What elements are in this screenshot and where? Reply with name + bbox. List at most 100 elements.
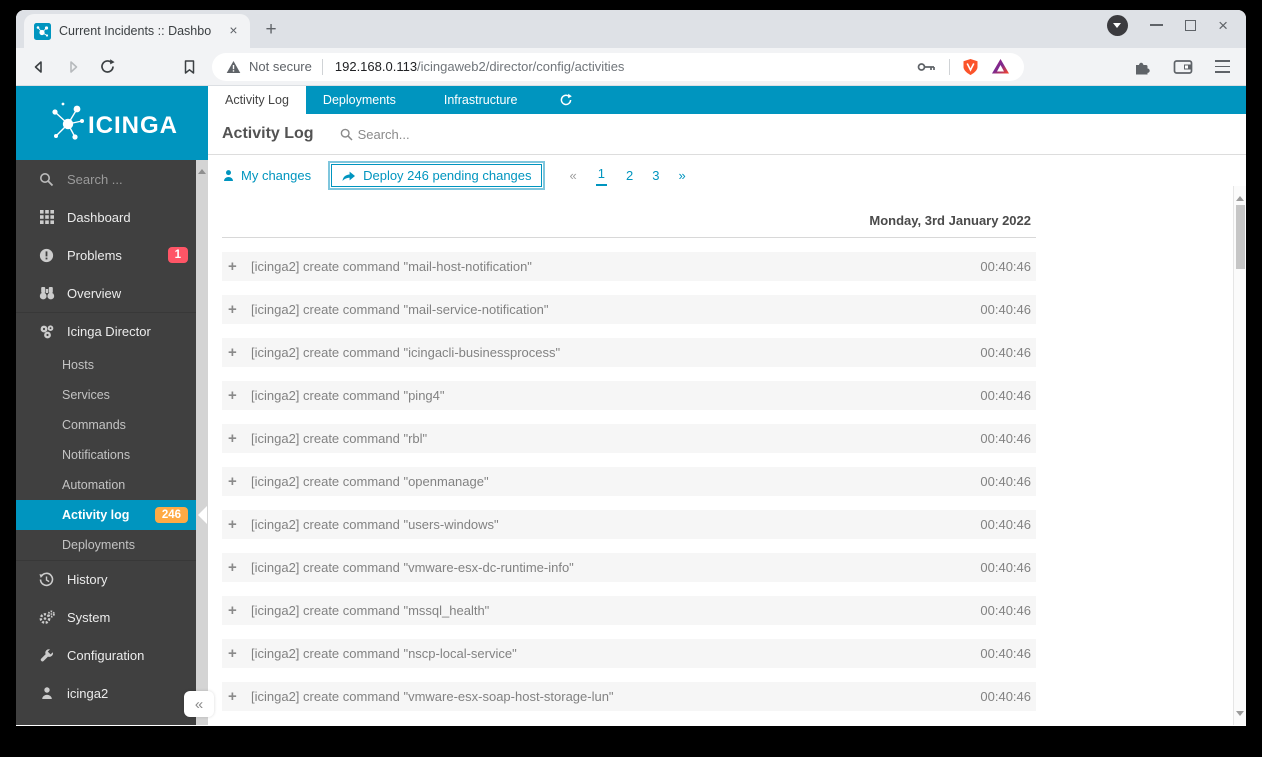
table-row[interactable]: + [icinga2] create command "mail-host-not… — [222, 252, 1036, 281]
sidebar-scrollbar[interactable] — [196, 160, 208, 725]
sidebar-item-activity-log[interactable]: Activity log 246 — [16, 500, 208, 530]
activity-log-badge: 246 — [154, 507, 188, 523]
url-path: /icingaweb2/director/config/activities — [417, 59, 625, 74]
create-plus-icon: + — [228, 430, 237, 447]
row-time: 00:40:46 — [980, 431, 1031, 446]
sidebar-item-label: Services — [62, 388, 110, 402]
sidebar-item-label: Automation — [62, 478, 126, 492]
back-button[interactable] — [26, 54, 52, 80]
extensions-puzzle-icon[interactable] — [1133, 58, 1151, 76]
sidebar-item-notifications[interactable]: Notifications — [16, 440, 208, 470]
create-plus-icon: + — [228, 258, 237, 275]
row-time: 00:40:46 — [980, 560, 1031, 575]
password-key-icon[interactable] — [917, 61, 937, 73]
deploy-button[interactable]: Deploy 246 pending changes — [328, 161, 545, 190]
reload-button[interactable] — [94, 54, 120, 80]
create-plus-icon: + — [228, 602, 237, 619]
table-row[interactable]: + [icinga2] create command "mssql_health"… — [222, 596, 1036, 625]
tab-title: Current Incidents :: Dashbo — [59, 24, 212, 38]
content-search[interactable] — [340, 126, 538, 142]
sidebar-item-problems[interactable]: Problems 1 — [16, 236, 208, 274]
history-icon — [38, 572, 55, 587]
row-message: [icinga2] create command "mail-host-noti… — [251, 259, 532, 274]
minimize-button[interactable] — [1150, 24, 1164, 26]
refresh-icon[interactable] — [549, 86, 583, 114]
sidebar-item-hosts[interactable]: Hosts — [16, 350, 208, 380]
sidebar-item-user[interactable]: icinga2 — [16, 674, 208, 712]
row-message: [icinga2] create command "icingacli-busi… — [251, 345, 561, 360]
sidebar-item-overview[interactable]: Overview — [16, 274, 208, 312]
sidebar-search-input[interactable] — [67, 171, 177, 187]
sidebar-item-commands[interactable]: Commands — [16, 410, 208, 440]
row-message: [icinga2] create command "openmanage" — [251, 474, 489, 489]
deploy-button-label: Deploy 246 pending changes — [363, 168, 532, 183]
brave-update-icon[interactable] — [1107, 14, 1129, 36]
deploy-arrow-icon — [342, 171, 356, 181]
page-2[interactable]: 2 — [626, 168, 633, 183]
sidebar-search[interactable] — [16, 160, 208, 198]
tab-infrastructure[interactable]: Infrastructure — [427, 86, 535, 114]
pagination: « 1 2 3 » — [570, 166, 686, 186]
maximize-button[interactable] — [1185, 19, 1197, 31]
page-prev[interactable]: « — [570, 168, 577, 183]
table-row[interactable]: + [icinga2] create command "users-windows… — [222, 510, 1036, 539]
sidebar-item-services[interactable]: Services — [16, 380, 208, 410]
tab-deployments[interactable]: Deployments — [306, 86, 413, 114]
sidebar-item-automation[interactable]: Automation — [16, 470, 208, 500]
scroll-up-arrow-icon[interactable] — [198, 165, 206, 174]
content-scrollbar[interactable] — [1233, 186, 1246, 725]
table-row[interactable]: + [icinga2] create command "ping4" 00:40:4… — [222, 381, 1036, 410]
scroll-up-arrow-icon[interactable] — [1236, 192, 1244, 201]
sidebar-item-dashboard[interactable]: Dashboard — [16, 198, 208, 236]
tab-activity-log[interactable]: Activity Log — [208, 86, 306, 114]
sidebar-item-label: History — [67, 572, 108, 587]
activity-table: Monday, 3rd January 2022 + [icinga2] crea… — [208, 198, 1050, 725]
sidebar-item-history[interactable]: History — [16, 560, 208, 598]
window-controls: × — [1107, 14, 1246, 44]
table-row[interactable]: + [icinga2] create command "nscp-local-se… — [222, 639, 1036, 668]
sidebar-item-label: Deployments — [62, 538, 135, 552]
brave-shield-icon[interactable] — [962, 58, 979, 76]
address-bar[interactable]: Not secure 192.168.0.113/icingaweb2/dire… — [212, 52, 1024, 81]
my-changes-link[interactable]: My changes — [222, 168, 311, 183]
row-message: [icinga2] create command "nscp-local-ser… — [251, 646, 517, 661]
scroll-down-arrow-icon[interactable] — [1236, 711, 1244, 720]
bat-token-icon[interactable] — [991, 58, 1010, 75]
table-row[interactable]: + [icinga2] create command "rbl" 00:40:46 — [222, 424, 1036, 453]
row-time: 00:40:46 — [980, 646, 1031, 661]
icinga-logo[interactable]: ICINGA — [16, 86, 208, 160]
sidebar-item-label: Hosts — [62, 358, 94, 372]
page-next[interactable]: » — [678, 168, 685, 183]
sidebar-collapse-button[interactable]: « — [184, 691, 214, 717]
table-row[interactable]: + [icinga2] create command "vmware-esx-dc… — [222, 553, 1036, 582]
scrollbar-thumb[interactable] — [1235, 205, 1245, 269]
row-message: [icinga2] create command "vmware-esx-dc-… — [251, 560, 574, 575]
browser-menu-icon[interactable] — [1215, 60, 1230, 73]
browser-tab[interactable]: Current Incidents :: Dashbo × — [24, 14, 250, 48]
page-3[interactable]: 3 — [652, 168, 659, 183]
tab-close-icon[interactable]: × — [225, 22, 242, 40]
user-icon — [38, 686, 55, 700]
table-row[interactable]: + [icinga2] create command "vmware-esx-so… — [222, 682, 1036, 711]
sidebar-item-icinga-director[interactable]: Icinga Director — [16, 312, 208, 350]
sidebar-item-label: Commands — [62, 418, 126, 432]
sidebar-item-deployments[interactable]: Deployments — [16, 530, 208, 560]
sidebar-item-system[interactable]: System — [16, 598, 208, 636]
sidebar-menu: Dashboard Problems 1 Overview — [16, 160, 208, 712]
url-domain: 192.168.0.113 — [334, 59, 418, 74]
table-row[interactable]: + [icinga2] create command "openmanage" 00… — [222, 467, 1036, 496]
page-1[interactable]: 1 — [595, 166, 607, 186]
row-message: [icinga2] create command "mssql_health" — [251, 603, 490, 618]
forward-button[interactable] — [60, 54, 86, 80]
url-separator — [321, 58, 323, 75]
table-row[interactable]: + [icinga2] create command "mail-service-… — [222, 295, 1036, 324]
wallet-icon[interactable] — [1173, 59, 1193, 75]
content-search-input[interactable] — [357, 126, 538, 142]
active-item-arrow — [198, 506, 207, 524]
window-close-button[interactable]: × — [1218, 17, 1228, 34]
table-row[interactable]: + [icinga2] create command "icingacli-bus… — [222, 338, 1036, 367]
sidebar-item-label: System — [67, 609, 111, 625]
bookmark-icon[interactable] — [176, 54, 202, 80]
new-tab-button[interactable]: + — [258, 18, 284, 44]
sidebar-item-configuration[interactable]: Configuration — [16, 636, 208, 674]
